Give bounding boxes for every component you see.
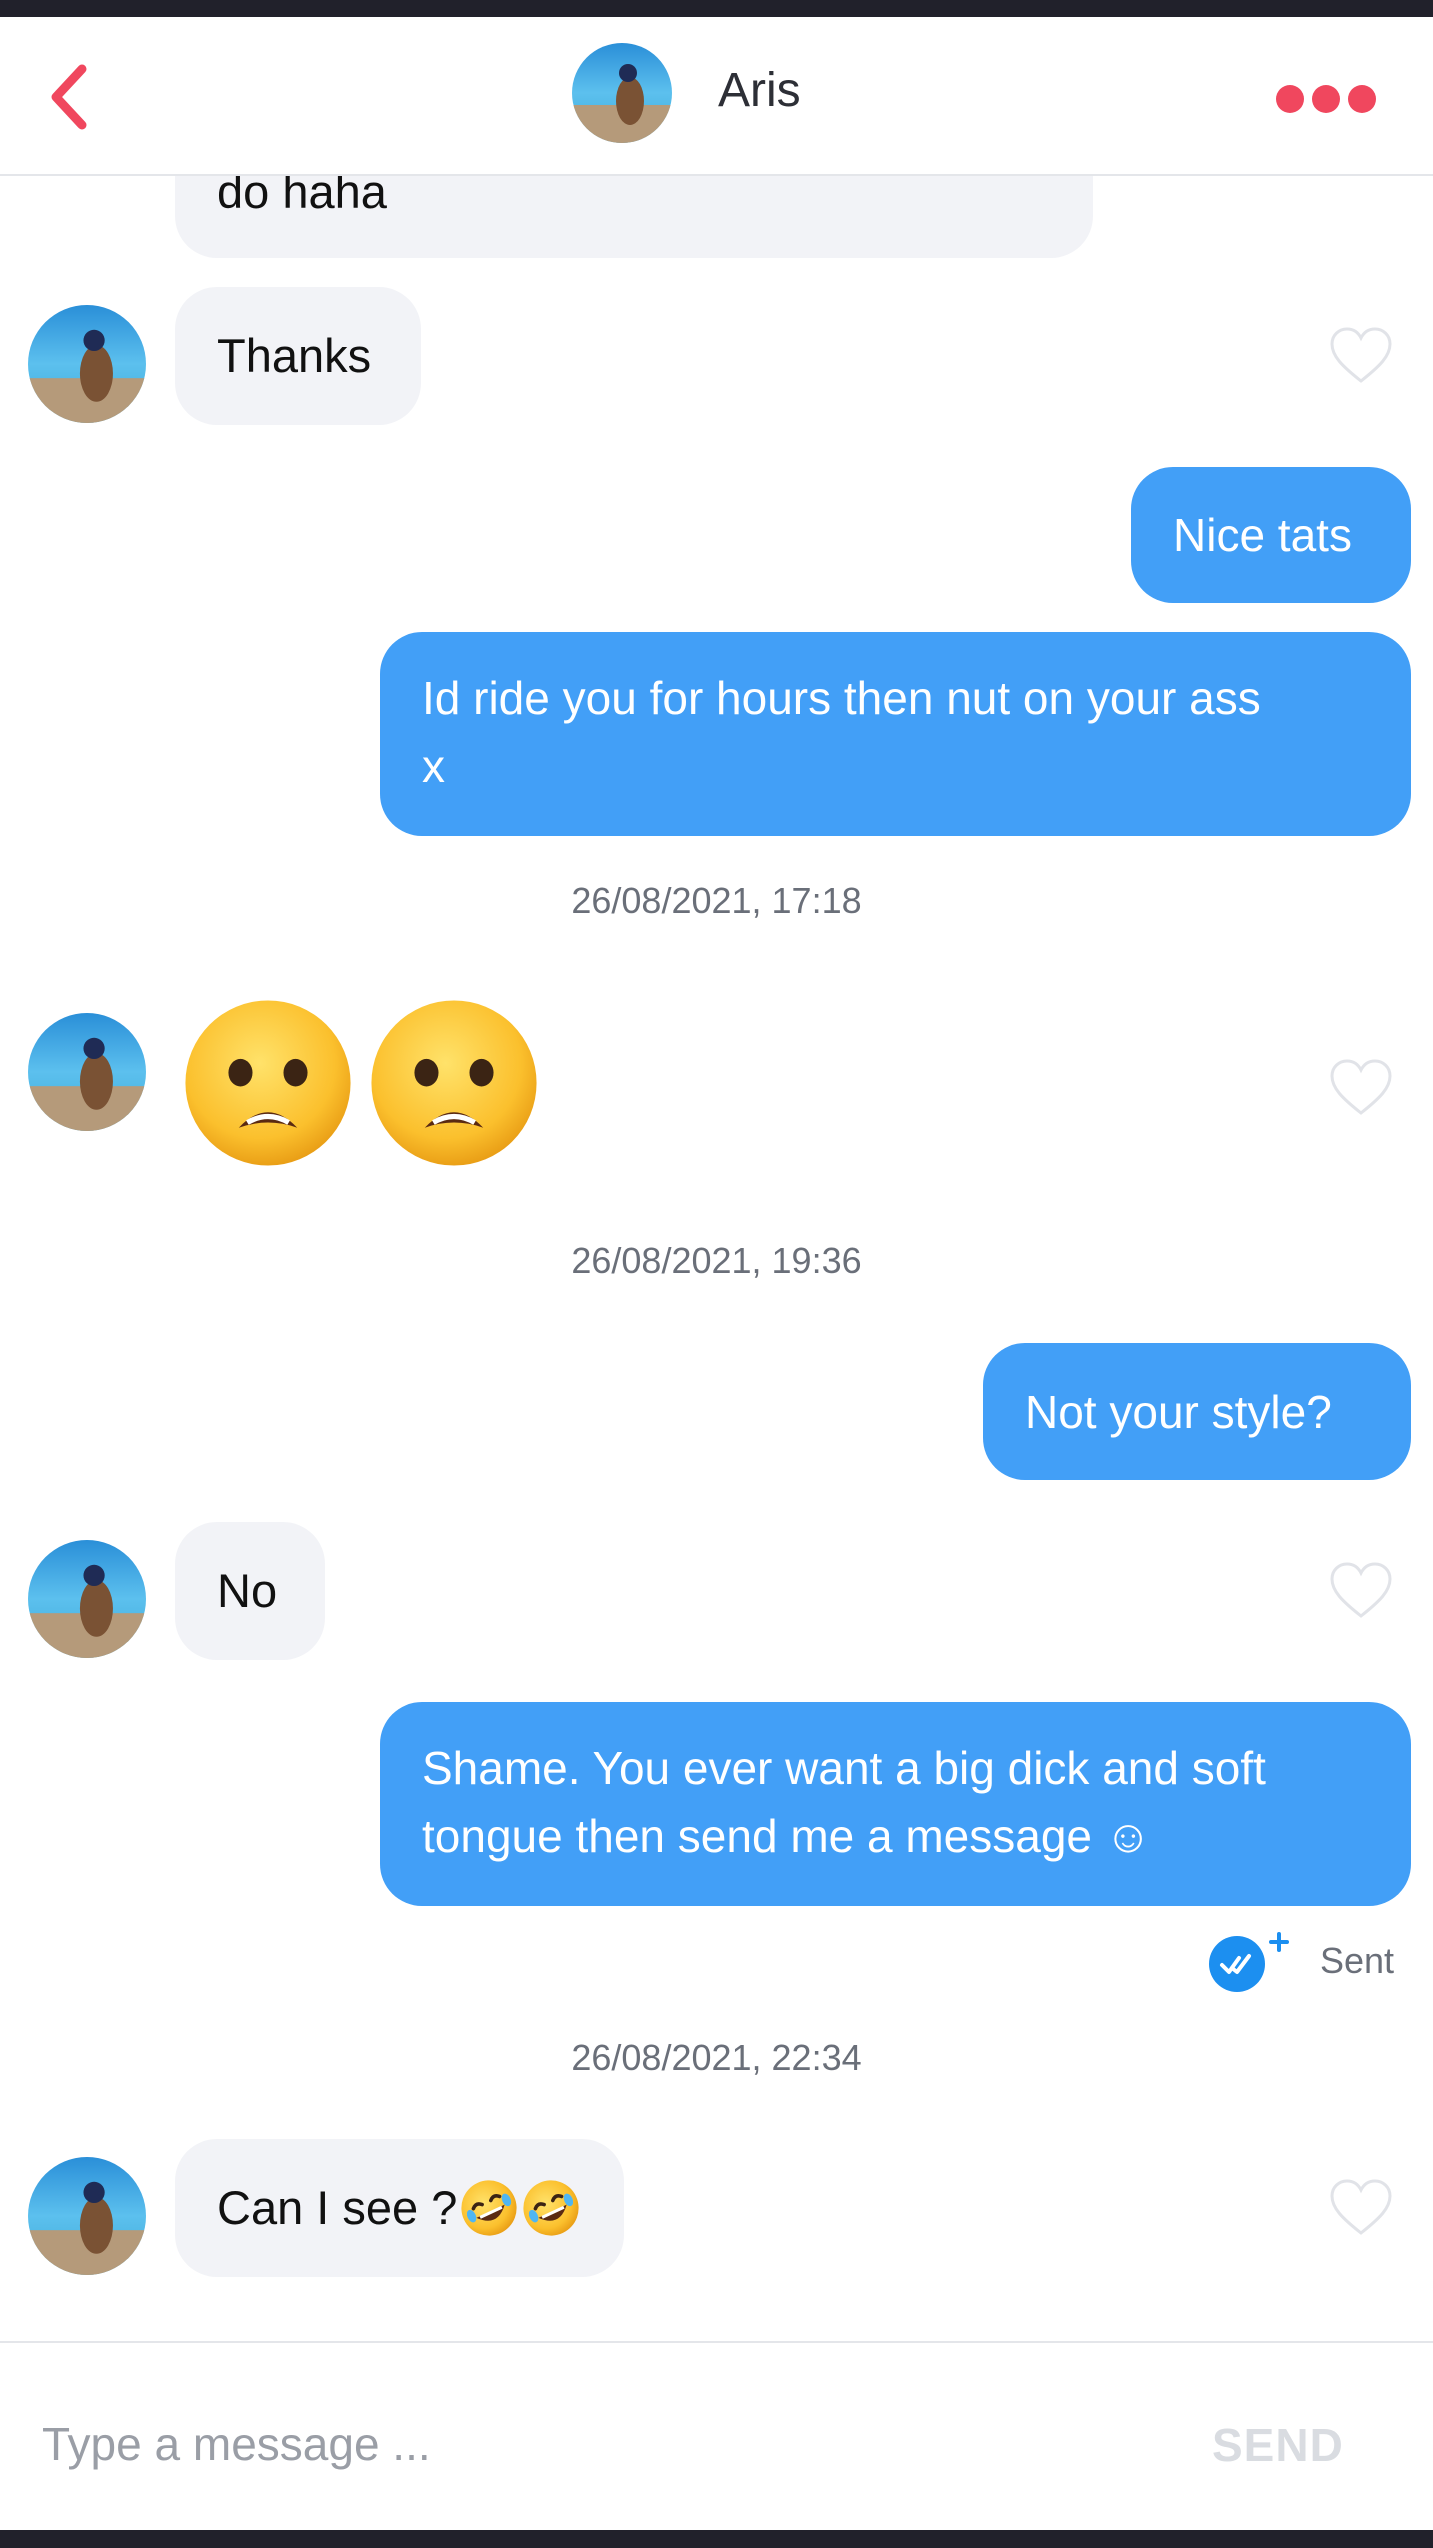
incoming-message-bubble: Can I see ? [175,2139,624,2277]
outgoing-message-bubble: Id ride you for hours then nut on your a… [380,632,1411,836]
anguished-face-emoji [185,1000,351,1166]
more-options-button[interactable] [1270,77,1380,117]
status-bar-strip [0,0,1433,17]
like-heart-icon[interactable] [1328,326,1394,386]
like-heart-icon[interactable] [1328,1058,1394,1118]
like-heart-icon[interactable] [1328,2178,1394,2238]
sent-status-label: Sent [1320,1940,1395,1981]
rolling-laughing-emoji [461,2180,517,2236]
message-timestamp: 26/08/2021, 22:34 [571,2037,862,2078]
outgoing-message-bubble: Not your style? [983,1343,1411,1480]
sender-avatar[interactable] [28,1540,146,1658]
message-text: Thanks [217,328,372,382]
like-heart-icon[interactable] [1328,1561,1394,1621]
bottom-bar-strip [0,2530,1433,2548]
rolling-laughing-emoji [523,2180,579,2236]
anguished-face-emoji [371,1000,537,1166]
incoming-message-bubble: Thanks [175,287,421,425]
message-text: Nice tats [1173,509,1352,561]
outgoing-message-bubble: Shame. You ever want a big dick and soft… [380,1702,1411,1906]
back-button[interactable] [40,57,110,137]
sender-avatar[interactable] [28,2157,146,2275]
message-input[interactable] [40,2403,1144,2485]
dot-icon [1348,85,1376,113]
message-timestamp: 26/08/2021, 17:18 [571,880,862,921]
sender-avatar[interactable] [28,305,146,423]
sender-avatar[interactable] [28,1013,146,1131]
message-text: Not your style? [1025,1385,1332,1438]
message-text: Can I see ? [217,2180,458,2234]
send-button[interactable]: SEND [1212,2418,1344,2472]
outgoing-message-bubble: Nice tats [1131,467,1411,603]
message-text: No [217,1563,278,1617]
message-composer: SEND [0,2341,1433,2532]
message-text-line: x [422,740,445,792]
dot-icon [1312,85,1340,113]
chat-header: Aris [0,17,1433,176]
double-check-icon [1209,1932,1289,1992]
chevron-left-icon [51,64,87,130]
contact-name[interactable]: Aris [718,62,801,120]
dot-icon [1276,85,1304,113]
incoming-message-bubble: No [175,1522,325,1660]
contact-avatar[interactable] [572,43,672,143]
message-text-line: Id ride you for hours then nut on your a… [422,672,1261,724]
message-text-line: tongue then send me a message ☺ [422,1810,1152,1862]
message-timestamp: 26/08/2021, 19:36 [571,1240,862,1281]
message-text-line: Shame. You ever want a big dick and soft [422,1742,1266,1794]
